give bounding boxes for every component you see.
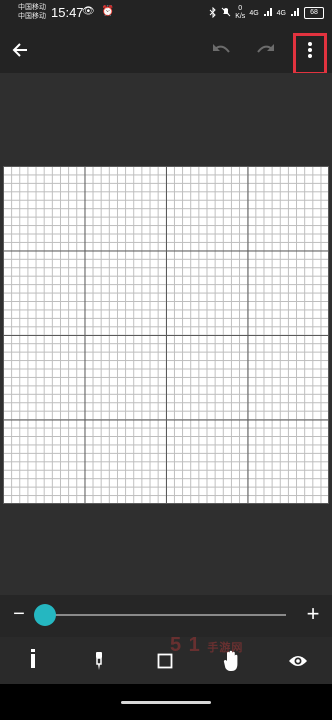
net-speed-unit: K/s <box>235 13 246 20</box>
redo-button[interactable] <box>249 34 281 66</box>
zoom-slider-thumb[interactable] <box>33 604 56 626</box>
redo-icon <box>257 44 274 53</box>
signal-icon <box>263 7 273 19</box>
arrow-left-icon <box>12 43 27 57</box>
top-toolbar <box>0 28 332 73</box>
status-bar: 中国移动 中国移动 15:47 👁 ⏰ 0 K/s 4G 4G 68 <box>0 0 332 28</box>
battery-indicator: 68 <box>304 7 324 19</box>
status-left-icons: 👁 ⏰ <box>82 6 116 17</box>
watermark-subtext: 手游网 <box>207 642 244 654</box>
carrier-labels: 中国移动 中国移动 <box>18 3 46 21</box>
system-nav-bar <box>0 684 332 720</box>
eyedropper-tool-button[interactable] <box>66 637 132 684</box>
pixel-grid[interactable] <box>3 166 329 504</box>
clock: 15:47 <box>51 5 84 20</box>
zoom-out-button[interactable]: − <box>10 603 28 627</box>
mute-icon <box>221 7 231 19</box>
undo-icon <box>213 44 230 53</box>
watermark-text: 5 1 <box>170 634 201 656</box>
annotation-highlight-box <box>293 33 327 75</box>
zoom-slider[interactable] <box>33 604 286 626</box>
home-gesture-handle[interactable] <box>121 701 211 704</box>
status-right-icons: 0 K/s 4G 4G 68 <box>209 5 324 21</box>
pencil-icon <box>31 648 35 668</box>
network-type-1: 4G <box>249 9 259 17</box>
net-speed-value: 0 <box>238 5 243 12</box>
carrier-1: 中国移动 <box>18 4 46 11</box>
zoom-bar: − + <box>0 595 332 637</box>
net-speed: 0 K/s <box>235 5 245 21</box>
back-button[interactable] <box>4 34 36 66</box>
eye-icon <box>289 655 307 666</box>
zoom-in-button[interactable]: + <box>303 603 323 627</box>
signal-icon-2 <box>290 7 300 19</box>
watermark-logo: 5 1 手游网 <box>170 634 243 657</box>
eyedropper-icon <box>96 651 102 670</box>
bluetooth-icon <box>209 6 217 20</box>
canvas-area[interactable] <box>0 73 332 595</box>
preview-tool-button[interactable] <box>265 637 331 684</box>
undo-button[interactable] <box>206 34 238 66</box>
network-type-2: 4G <box>276 9 286 17</box>
pencil-tool-button[interactable] <box>0 637 66 684</box>
tool-bar <box>0 637 332 684</box>
carrier-2: 中国移动 <box>18 13 46 20</box>
